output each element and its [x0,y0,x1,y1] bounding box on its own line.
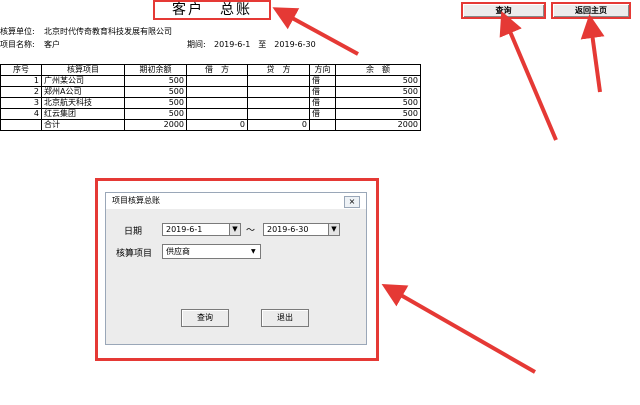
arrow-to-title [272,7,359,56]
arrow-to-query [499,10,558,141]
arrow-to-home [580,14,605,93]
annotation-arrows [272,7,605,374]
arrow-to-dialog [381,284,536,374]
